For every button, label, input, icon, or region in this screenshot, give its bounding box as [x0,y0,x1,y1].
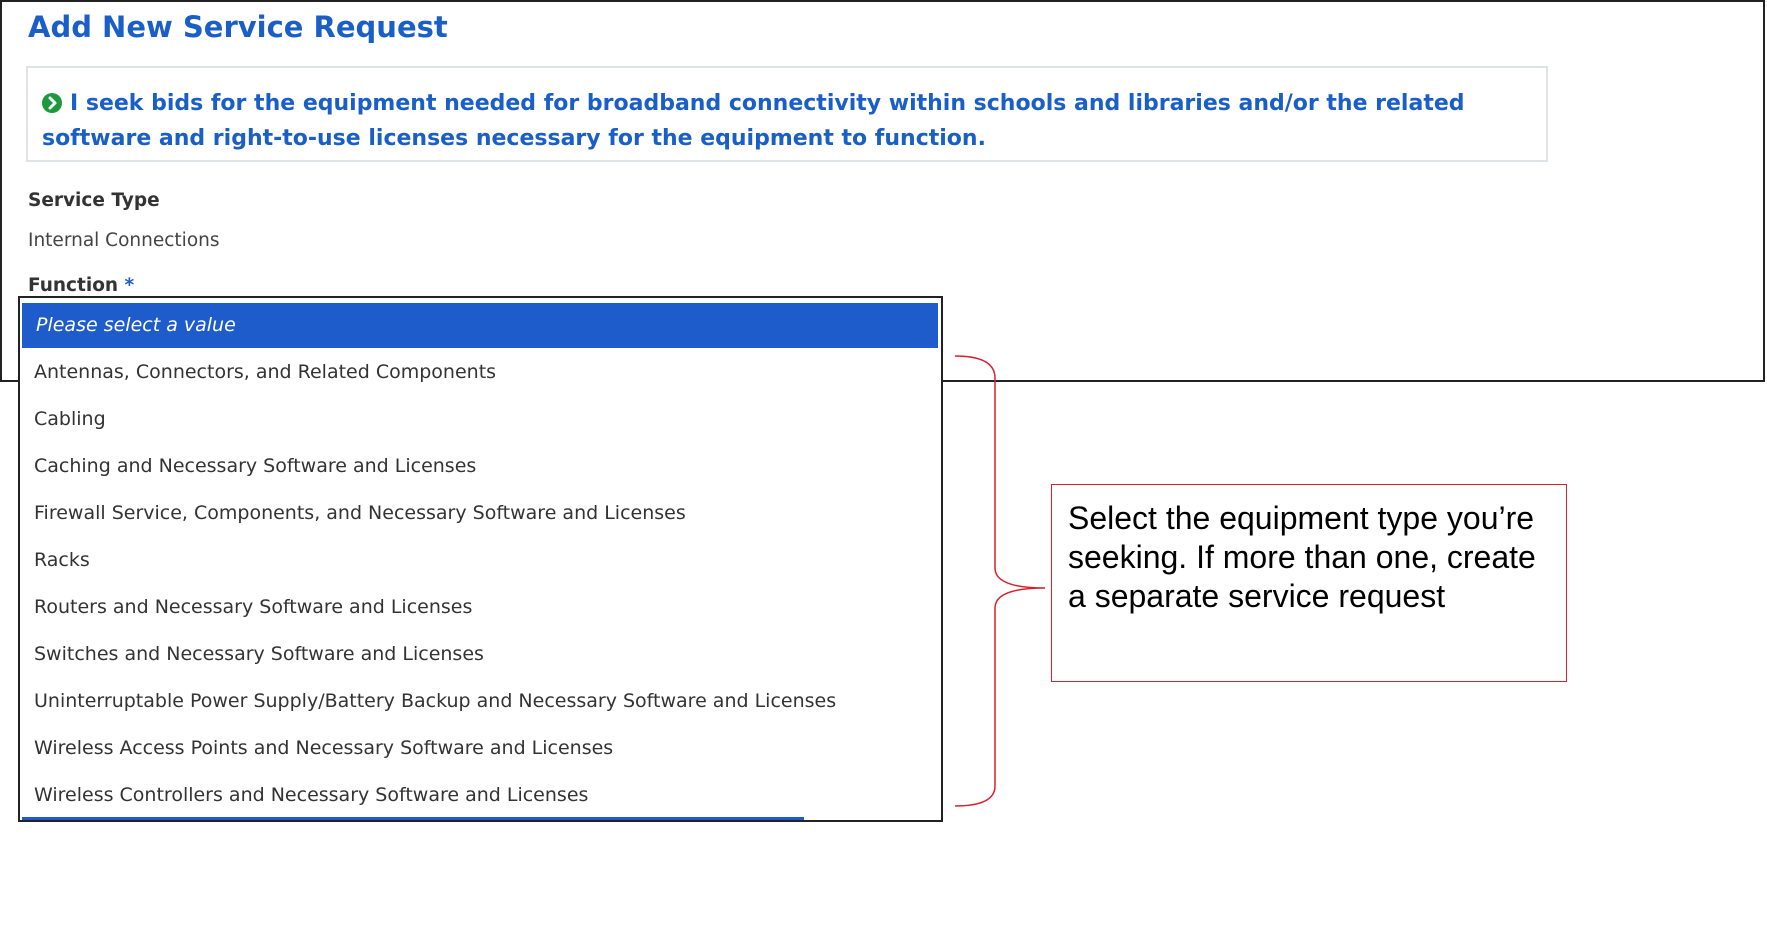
function-option[interactable]: Routers and Necessary Software and Licen… [20,585,937,630]
function-label-text: Function [28,275,119,296]
function-option[interactable]: Wireless Access Points and Necessary Sof… [20,726,937,771]
required-marker: * [124,275,135,296]
function-option[interactable]: Antennas, Connectors, and Related Compon… [20,350,937,395]
function-option-placeholder[interactable]: Please select a value [22,303,938,348]
function-label: Function * [28,275,134,296]
function-option[interactable]: Wireless Controllers and Necessary Softw… [20,773,937,818]
service-category-notice: I seek bids for the equipment needed for… [26,66,1548,162]
annotation-callout: Select the equipment type you’re seeking… [1051,484,1567,682]
page-title: Add New Service Request [28,10,448,44]
service-type-value: Internal Connections [28,230,220,251]
function-dropdown-list[interactable]: Please select a value Antennas, Connecto… [18,296,943,822]
dropdown-bottom-highlight [22,817,804,820]
screenshot-stage: Add New Service Request I seek bids for … [0,0,1767,930]
function-option[interactable]: Switches and Necessary Software and Lice… [20,632,937,677]
function-option[interactable]: Firewall Service, Components, and Necess… [20,491,937,536]
function-option[interactable]: Cabling [20,397,937,442]
function-option[interactable]: Racks [20,538,937,583]
annotation-text: Select the equipment type you’re seeking… [1068,500,1536,614]
function-option[interactable]: Caching and Necessary Software and Licen… [20,444,937,489]
service-type-label: Service Type [28,190,160,211]
curly-brace-icon [954,355,1046,807]
function-option[interactable]: Uninterruptable Power Supply/Battery Bac… [20,679,937,724]
notice-text: I seek bids for the equipment needed for… [42,91,1465,151]
